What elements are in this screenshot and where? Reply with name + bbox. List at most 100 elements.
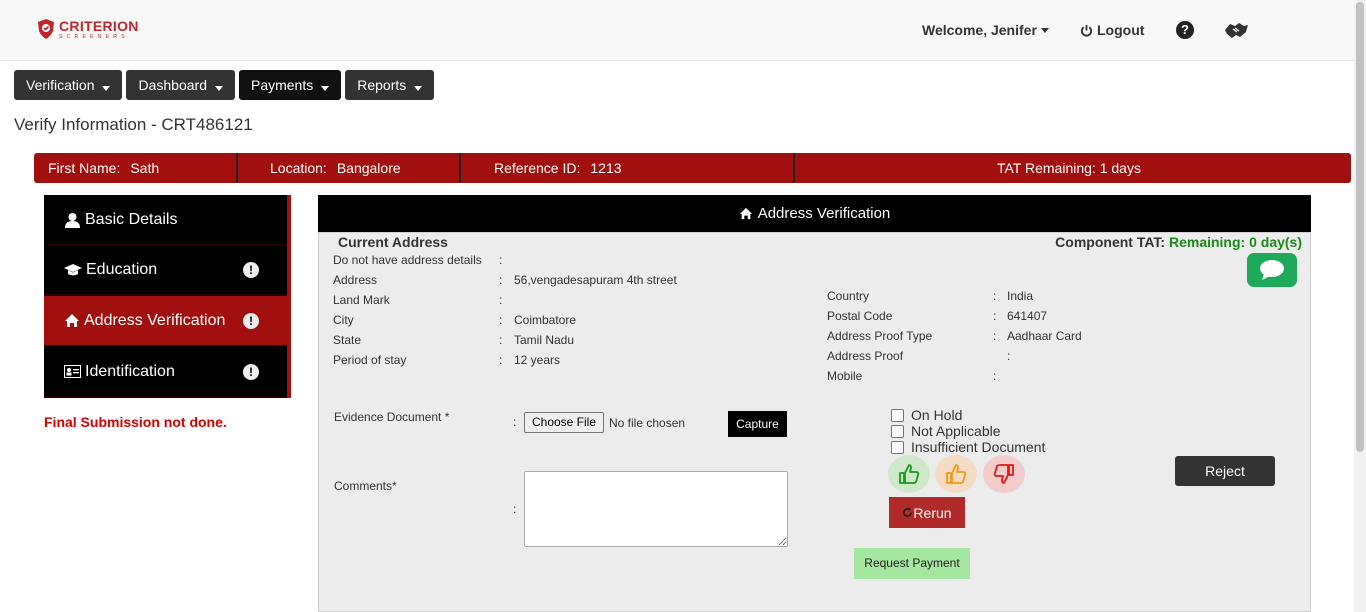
user-icon <box>65 212 80 228</box>
sidebar-item-label: Address Verification <box>84 311 226 329</box>
sidebar-item-identification[interactable]: Identification ! <box>44 347 287 397</box>
logout-button[interactable]: Logout <box>1080 22 1144 38</box>
nav-reports[interactable]: Reports <box>345 70 435 100</box>
exclamation-icon: ! <box>243 364 259 380</box>
tat-value: Remaining: 0 day(s) <box>1168 234 1302 250</box>
colon: : <box>499 293 503 307</box>
chevron-down-icon <box>1040 27 1049 33</box>
user-menu[interactable]: Welcome, Jenifer <box>922 22 1049 38</box>
colon: : <box>499 253 503 267</box>
nav-verification[interactable]: Verification <box>14 70 123 100</box>
sidebar-item-label: Identification <box>85 362 175 380</box>
colon: : <box>993 329 997 343</box>
caret-down-icon <box>214 85 223 91</box>
caret-down-icon <box>414 85 423 91</box>
comments-label: Comments* <box>334 479 397 493</box>
exclamation-icon: ! <box>243 313 259 329</box>
insufficient-document-checkbox[interactable]: Insufficient Document <box>891 439 1045 455</box>
reject-thumbs-down-icon[interactable] <box>983 455 1025 493</box>
component-sidebar: Basic Details Education ! Address Verifi… <box>44 195 291 398</box>
panel-header: Address Verification <box>318 195 1311 232</box>
field-value: Coimbatore <box>514 313 577 327</box>
colon: : <box>499 313 503 327</box>
nav-label: Verification <box>26 77 95 93</box>
sidebar-item-address-verification[interactable]: Address Verification ! <box>44 296 287 346</box>
field-value: Aadhaar Card <box>1007 329 1082 343</box>
sidebar-item-basic-details[interactable]: Basic Details <box>44 195 287 245</box>
colon: : <box>513 415 517 429</box>
comments-textarea[interactable] <box>524 471 788 547</box>
id-card-icon <box>64 365 81 378</box>
handshake-icon[interactable] <box>1224 20 1249 40</box>
colon: : <box>499 353 503 367</box>
rerun-button[interactable]: Rerun <box>889 497 965 528</box>
divider <box>793 153 795 183</box>
field-value: 12 years <box>514 353 561 367</box>
approve-thumbs-up-icon[interactable] <box>888 455 930 493</box>
checkbox-label: Not Applicable <box>911 423 1001 439</box>
field-label: Address <box>333 273 378 287</box>
welcome-text: Welcome, Jenifer <box>922 22 1037 38</box>
field-label: Address Proof <box>827 349 904 363</box>
colon: : <box>499 273 503 287</box>
nav-label: Dashboard <box>138 77 207 93</box>
field-value: Tamil Nadu <box>514 333 575 347</box>
not-applicable-checkbox[interactable]: Not Applicable <box>891 423 1001 439</box>
caret-down-icon <box>321 85 330 91</box>
colon: : <box>513 502 517 516</box>
main-nav: Verification Dashboard Payments Reports <box>14 70 435 100</box>
page-scrollbar[interactable] <box>1354 0 1366 612</box>
divider <box>459 153 461 183</box>
location-value: Bangalore <box>336 160 401 176</box>
evidence-label: Evidence Document * <box>334 410 450 424</box>
nav-dashboard[interactable]: Dashboard <box>126 70 235 100</box>
thumbs-down-icon <box>993 464 1014 484</box>
location-cell: Location: Bangalore <box>270 153 401 183</box>
first-name-cell: First Name: Sath <box>48 153 159 183</box>
colon: : <box>993 369 997 383</box>
caret-down-icon <box>102 85 111 91</box>
section-title: Current Address <box>338 234 448 250</box>
page-title: Verify Information - CRT486121 <box>14 115 253 134</box>
nav-label: Reports <box>357 77 407 93</box>
refresh-icon <box>903 507 913 517</box>
sidebar-item-label: Education <box>86 260 158 278</box>
colon: : <box>499 333 503 347</box>
exclamation-icon: ! <box>243 262 259 278</box>
help-icon[interactable]: ? <box>1176 21 1194 39</box>
thumbs-up-icon <box>946 464 967 484</box>
home-icon <box>65 314 79 327</box>
field-label: Period of stay <box>333 353 407 367</box>
partial-thumbs-up-icon[interactable] <box>935 455 977 493</box>
checkbox[interactable] <box>891 424 904 438</box>
file-status: No file chosen <box>609 416 686 430</box>
reject-button[interactable]: Reject <box>1175 456 1275 486</box>
top-header: CRITERION SCREENERS Welcome, Jenifer Log… <box>0 0 1354 61</box>
colon: : <box>993 309 997 323</box>
criterion-logo[interactable]: CRITERION SCREENERS <box>38 19 139 41</box>
chat-icon <box>1260 260 1284 280</box>
nav-label: Payments <box>250 77 314 93</box>
field-value: 56,vengadesapuram 4th street <box>514 273 677 287</box>
shield-icon <box>38 19 54 39</box>
sidebar-item-education[interactable]: Education ! <box>44 245 287 295</box>
tat-label: Component TAT: <box>1055 234 1166 250</box>
on-hold-checkbox[interactable]: On Hold <box>891 407 962 423</box>
graduation-cap-icon <box>64 263 82 275</box>
home-icon <box>739 207 752 220</box>
logo-text: CRITERION <box>59 18 139 34</box>
scrollbar-thumb[interactable] <box>1356 2 1364 452</box>
colon: : <box>1007 349 1011 363</box>
checkbox[interactable] <box>891 408 904 422</box>
chat-button[interactable] <box>1247 253 1297 287</box>
request-payment-button[interactable]: Request Payment <box>854 548 970 579</box>
rerun-label: Rerun <box>913 504 952 521</box>
reference-value: 1213 <box>590 160 622 176</box>
checkbox[interactable] <box>891 440 904 454</box>
field-label: Postal Code <box>827 309 893 323</box>
field-value: 641407 <box>1007 309 1048 323</box>
field-label: City <box>333 313 354 327</box>
nav-payments[interactable]: Payments <box>238 70 342 100</box>
choose-file-button[interactable]: Choose File <box>524 412 604 433</box>
capture-button[interactable]: Capture <box>728 411 787 437</box>
